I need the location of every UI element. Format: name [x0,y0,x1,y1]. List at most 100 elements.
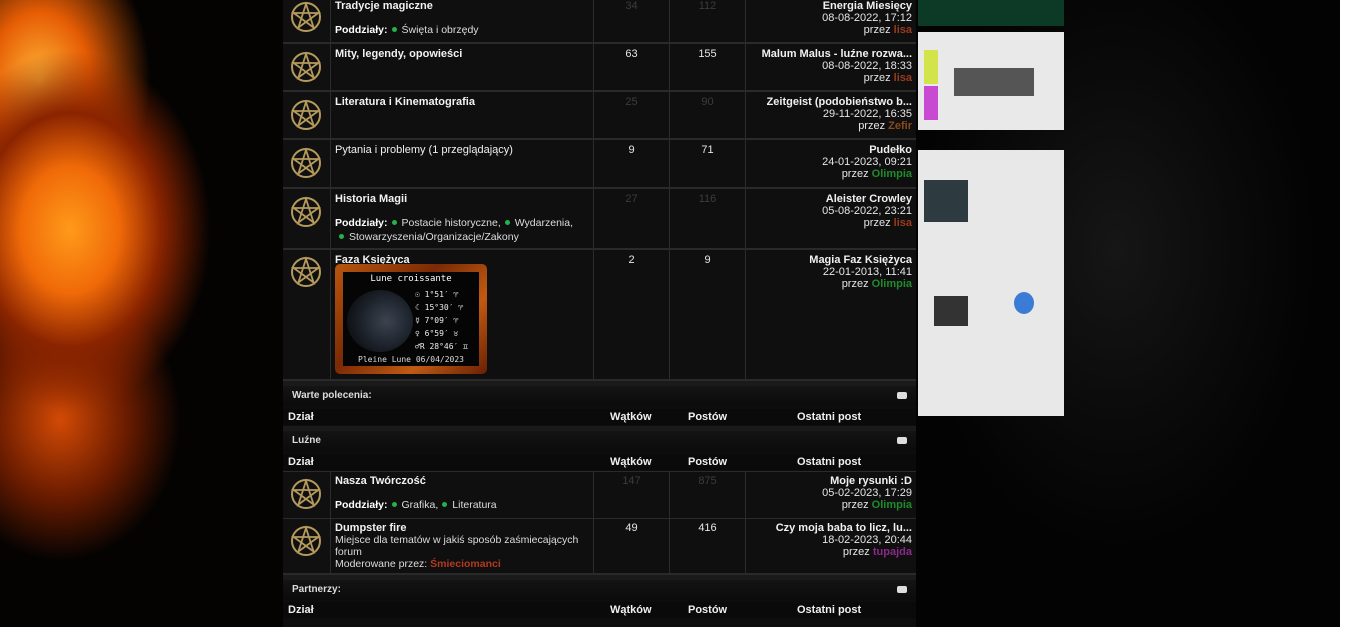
subforums-label: Poddziały: [335,217,388,229]
topics-cell: 25 [594,92,670,138]
forum-title-link[interactable]: Tradycje magiczne [335,0,433,12]
last-post-info: Energia Miesięcy 08-08-2022, 17:12 przez… [822,0,912,36]
topics-count: 147 [622,475,641,487]
category-header-partnerzy[interactable]: Partnerzy: [283,580,916,600]
planet-position-row: ♀ 6°59′ ♉ [415,329,459,338]
forum-title-link[interactable]: Dumpster fire [335,522,407,534]
forum-icon-cell [283,0,331,42]
forum-main-cell: Literatura i Kinematografia [331,92,594,138]
planet-position-row: ☿ 7°09′ ♈ [415,316,459,325]
subforums-label: Poddziały: [335,499,388,511]
forum-list: Tradycje magiczne Poddziały: Święta i obr… [283,0,916,627]
forum-row: Mity, legendy, opowieści 63 155 Malum Ma… [283,44,916,92]
posts-count: 9 [704,254,711,266]
last-post-cell: Malum Malus - luźne rozwa... 08-08-2022,… [746,44,916,90]
forum-row: Dumpster fire Miejsce dla tematów w jaki… [283,519,916,575]
last-post-date: 08-08-2022, 17:12 [822,12,912,24]
last-post-user-link[interactable]: tupajda [873,546,912,558]
forum-title-link[interactable]: Mity, legendy, opowieści [335,48,462,60]
sidebar-widget-box[interactable] [918,150,1064,416]
planet-position-row: ♂R 28°46′ ♊ [415,342,468,351]
last-post-title-link[interactable]: Energia Miesięcy [822,0,912,12]
col-last-post: Ostatni post [797,411,862,423]
last-post-user-link[interactable]: lisa [894,72,912,84]
sidebar-ad-box[interactable] [918,32,1064,130]
subforums-list: Poddziały: Postacie historyczne, Wydarzeni… [335,217,574,243]
collapse-toggle-icon[interactable] [897,586,907,593]
status-dot-icon [339,234,344,240]
last-post-cell: Aleister Crowley 05-08-2022, 23:21 przez… [746,189,916,248]
forum-icon-cell [283,44,331,90]
collapse-toggle-icon[interactable] [897,437,907,444]
last-post-title-link[interactable]: Pudełko [822,144,912,156]
by-label: przez [842,546,870,558]
posts-count: 875 [698,475,717,487]
col-posts: Postów [688,411,728,423]
subforums-list: Poddziały: Grafika, Literatura [335,499,497,511]
subforum-link[interactable]: Literatura [452,499,496,511]
last-post-title-link[interactable]: Moje rysunki :D [822,475,912,487]
forum-row: Tradycje magiczne Poddziały: Święta i obr… [283,0,916,44]
last-post-user-link[interactable]: Olimpia [872,499,912,511]
forum-title-link[interactable]: Nasza Twórczość [335,475,426,487]
last-post-user-link[interactable]: Zefir [888,120,912,132]
col-forum: Dział [288,411,314,423]
forum-icon-cell [283,250,331,379]
moderator-group-link[interactable]: Śmieciomanci [430,558,501,570]
topics-cell: 34 [594,0,670,42]
topics-cell: 27 [594,189,670,248]
subforum-link[interactable]: Stowarzyszenia/Organizacje/Zakony [349,231,519,243]
pentagram-icon [290,99,322,130]
col-posts: Postów [688,604,728,616]
subforum-link[interactable]: Postacie historyczne [402,217,498,229]
col-topics: Wątków [610,604,652,616]
last-post-user-link[interactable]: Olimpia [872,278,912,290]
collapse-toggle-icon[interactable] [897,392,907,399]
subforums-label: Poddziały: [335,24,388,36]
last-post-user-link[interactable]: Olimpia [872,168,912,180]
last-post-title-link[interactable]: Czy moja baba to licz, lu... [776,522,912,534]
last-post-cell: Zeitgeist (podobieństwo b... 29-11-2022,… [746,92,916,138]
last-post-title-link[interactable]: Magia Faz Księżyca [809,254,912,266]
moderators-line: Moderowane przez: Śmieciomanci [335,558,595,570]
moon-widget-inner: Lune croissante ☉ 1°51′ ♈ ☾ 15°30′ ♈ ☿ 7… [343,272,479,366]
pentagram-icon [290,1,322,32]
last-post-title-link[interactable]: Malum Malus - luźne rozwa... [762,48,912,60]
topics-cell: 2 [594,250,670,379]
widget-image [934,296,968,326]
topics-count: 27 [625,193,638,205]
last-post-cell: Moje rysunki :D 05-02-2023, 17:29 przez … [746,472,916,518]
topics-cell: 49 [594,519,670,573]
subforum-link[interactable]: Wydarzenia [515,217,570,229]
ad-graphic [954,68,1034,96]
last-post-info: Aleister Crowley 05-08-2022, 23:21 przez… [822,193,912,229]
last-post-date: 05-02-2023, 17:29 [822,487,912,499]
category-header-luzne[interactable]: Luźne [283,431,916,451]
moon-icon [347,290,413,352]
last-post-title-link[interactable]: Zeitgeist (podobieństwo b... [767,96,912,108]
forum-title-link[interactable]: Pytania i problemy (1 przeglądający) [335,144,513,156]
posts-count: 116 [698,193,717,205]
last-post-date: 18-02-2023, 20:44 [822,534,912,546]
moderated-label: Moderowane przez: [335,558,428,570]
last-post-cell: Energia Miesięcy 08-08-2022, 17:12 przez… [746,0,916,42]
category-header-warte[interactable]: Warte polecenia: [283,386,916,406]
full-moon-date: Pleine Lune 06/04/2023 [358,355,464,364]
subforum-link[interactable]: Święta i obrzędy [402,24,479,36]
moon-phase-widget[interactable]: Lune croissante ☉ 1°51′ ♈ ☾ 15°30′ ♈ ☿ 7… [335,264,487,374]
posts-cell: 9 [670,250,746,379]
forum-row: Faza Księżyca Lune croissante ☉ 1°51′ ♈ … [283,250,916,381]
last-post-user-link[interactable]: lisa [894,217,912,229]
subforum-link[interactable]: Grafika [402,499,436,511]
last-post-user-link[interactable]: lisa [894,24,912,36]
category-title: Luźne [292,435,321,446]
sidebar-banner-top[interactable] [918,0,1064,26]
column-headers: Dział Wątków Postów Ostatni post [283,409,916,425]
by-label: przez [863,217,891,229]
posts-cell: 90 [670,92,746,138]
col-last-post: Ostatni post [797,456,862,468]
pentagram-icon [290,256,322,287]
forum-title-link[interactable]: Literatura i Kinematografia [335,96,475,108]
forum-title-link[interactable]: Historia Magii [335,193,407,205]
last-post-title-link[interactable]: Aleister Crowley [822,193,912,205]
